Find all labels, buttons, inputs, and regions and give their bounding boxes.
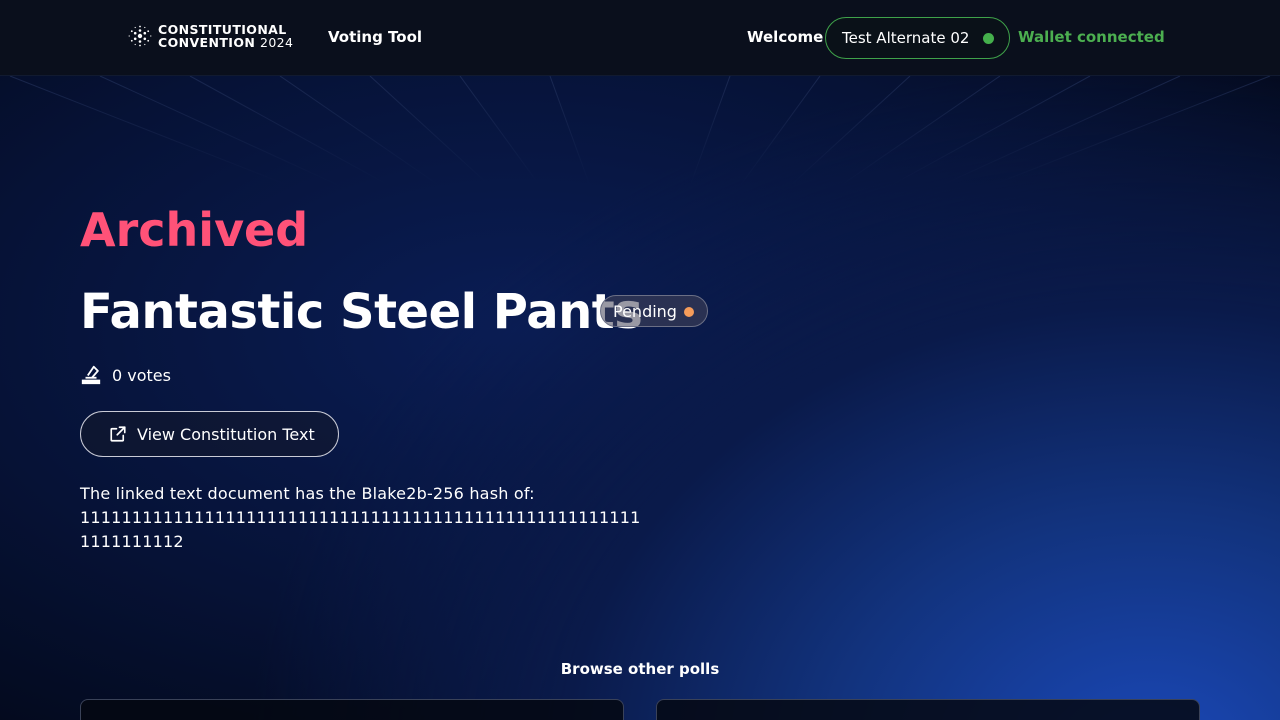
status-badge-label: Pending [613, 301, 677, 321]
poll-card[interactable] [656, 699, 1200, 720]
hash-label: The linked text document has the Blake2b… [80, 484, 535, 503]
external-link-icon [110, 426, 126, 442]
nav-voting-tool[interactable]: Voting Tool [328, 28, 422, 46]
poll-card[interactable] [80, 699, 624, 720]
background-grid [0, 76, 1280, 186]
ballot-box-icon [81, 365, 101, 385]
logo[interactable]: CONSTITUTIONAL CONVENTION 2024 [128, 23, 293, 49]
browse-other-polls-heading: Browse other polls [560, 660, 720, 678]
welcome-text: Welcome [747, 28, 824, 46]
vote-count-label: 0 votes [112, 365, 171, 385]
poll-title: Fantastic Steel Pants [80, 284, 643, 340]
logo-year: 2024 [259, 35, 294, 50]
wallet-status: Wallet connected [1018, 28, 1165, 46]
hash-value: 1111111111111111111111111111111111111111… [80, 508, 641, 551]
status-dot-icon [983, 33, 994, 44]
archived-heading: Archived [80, 203, 309, 257]
hash-description: The linked text document has the Blake2b… [80, 482, 650, 554]
logo-line-2: CONVENTION [158, 35, 256, 50]
user-name: Test Alternate 02 [842, 29, 970, 47]
view-constitution-text-button[interactable]: View Constitution Text [80, 411, 339, 457]
view-constitution-text-label: View Constitution Text [137, 424, 315, 444]
logo-text: CONSTITUTIONAL CONVENTION 2024 [158, 23, 293, 49]
vote-count: 0 votes [80, 364, 171, 386]
status-badge: Pending [600, 295, 708, 327]
user-account-button[interactable]: Test Alternate 02 [825, 17, 1010, 59]
cardano-logo-icon [128, 25, 152, 47]
top-nav-bar: CONSTITUTIONAL CONVENTION 2024 Voting To… [0, 0, 1280, 76]
pending-dot-icon [684, 307, 694, 317]
